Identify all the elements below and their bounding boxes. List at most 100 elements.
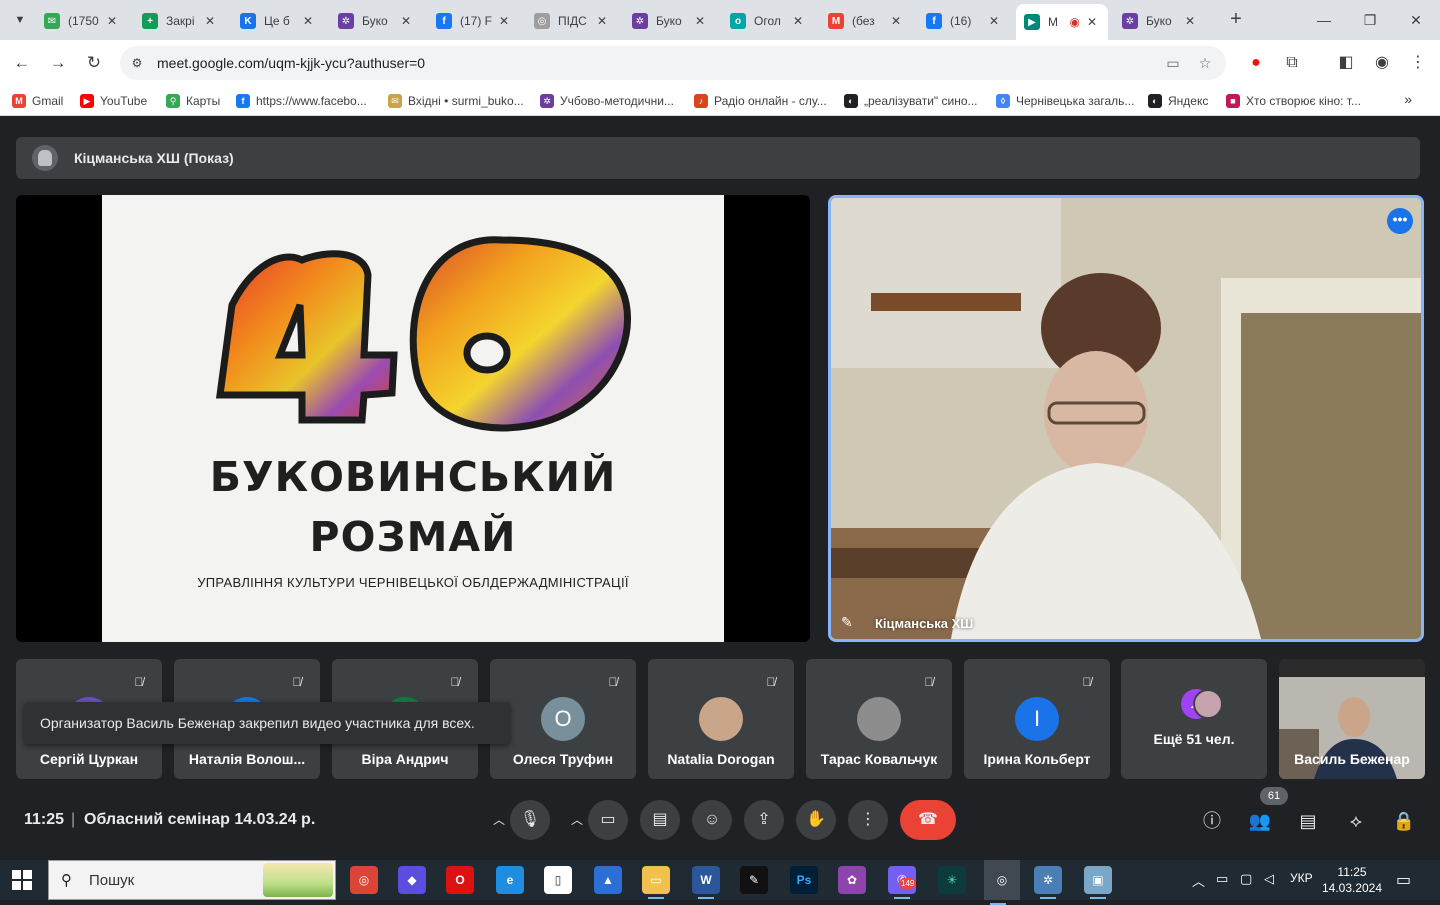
app-icon-2[interactable]: ◆ (398, 866, 426, 894)
browser-tab[interactable]: ✲ Буко ✕ (624, 6, 716, 36)
bookmark-item[interactable]: ♪ Радіо онлайн - слу... (694, 92, 827, 110)
participant-tile[interactable]: 🎙̸ Тарас Ковальчук (806, 659, 952, 779)
microphone-button[interactable]: 🎙 (510, 800, 550, 840)
browser-tab[interactable]: K Це б ✕ (232, 6, 324, 36)
browser-tab[interactable]: ✉ (1750 ✕ (36, 6, 128, 36)
app-icon-15[interactable]: ✲ (1034, 866, 1062, 899)
camera-button[interactable]: ▭ (588, 800, 628, 840)
notepad-app-icon[interactable]: ▯ (544, 866, 572, 894)
bookmark-star-icon[interactable]: ☆ (1196, 54, 1214, 72)
camera-in-use-icon[interactable]: ▭ (1164, 54, 1182, 72)
browser-menu-icon[interactable]: ⋮ (1406, 51, 1430, 75)
bookmark-item[interactable]: ◐ Яндекс (1148, 92, 1208, 110)
opera-extension-icon[interactable]: ● (1244, 51, 1268, 75)
photoshop-app-icon[interactable]: Ps (790, 866, 818, 894)
browser-tab[interactable]: ✲ Буко ✕ (330, 6, 422, 36)
tab-close-icon[interactable]: ✕ (104, 14, 120, 28)
tab-close-icon[interactable]: ✕ (986, 14, 1002, 28)
tab-close-icon[interactable]: ✕ (496, 14, 512, 28)
tab-close-icon[interactable]: ✕ (1182, 14, 1198, 28)
tray-clock[interactable]: 11:25 14.03.2024 (1316, 864, 1388, 896)
presentation-stage[interactable]: БУКОВИНСЬКИЙ РОЗМАЙ УПРАВЛІННЯ КУЛЬТУРИ … (16, 195, 810, 642)
browser-tab[interactable]: + Закрі ✕ (134, 6, 226, 36)
volume-icon[interactable]: ◁ (1264, 871, 1274, 887)
language-indicator[interactable]: УКР (1290, 871, 1313, 885)
participant-tile[interactable]: 🎙̸ О Олеся Труфин (490, 659, 636, 779)
more-participants-tile[interactable]: Л Ещё 51 чел. (1121, 659, 1267, 779)
video-options-caret[interactable]: ︿ (564, 800, 590, 840)
notifications-icon[interactable]: ▭ (1396, 870, 1411, 890)
reactions-button[interactable]: ☺ (692, 800, 732, 840)
app-icon-16[interactable]: ▣ (1084, 866, 1112, 899)
tab-close-icon[interactable]: ✕ (888, 14, 904, 28)
network-icon[interactable]: ▢ (1240, 871, 1252, 887)
browser-tab[interactable]: f (17) F ✕ (428, 6, 520, 36)
raise-hand-button[interactable]: ✋ (796, 800, 836, 840)
bookmarks-overflow-icon[interactable]: » (1404, 91, 1412, 107)
tab-close-icon[interactable]: ✕ (790, 14, 806, 28)
edge-app-icon[interactable]: e (496, 866, 524, 894)
restore-button[interactable]: ❐ (1358, 8, 1382, 32)
more-options-button[interactable]: ⋮ (848, 800, 888, 840)
browser-tab[interactable]: ▶ M ◉ ✕ (1016, 4, 1108, 40)
host-video-tile[interactable]: Василь Беженар (1279, 659, 1425, 779)
back-button[interactable]: ← (8, 49, 36, 77)
side-panel-icon[interactable]: ◧ (1334, 51, 1358, 75)
bookmark-item[interactable]: ◐ „реалізувати" сино... (844, 92, 978, 110)
browser-tab[interactable]: ✲ Буко ✕ (1114, 6, 1206, 36)
browser-tab[interactable]: ◎ ПІДС ✕ (526, 6, 618, 36)
host-controls-icon[interactable]: 🔒 (1390, 807, 1418, 835)
chat-icon[interactable]: ▤ (1294, 807, 1322, 835)
people-icon[interactable]: 👥 (1246, 807, 1274, 835)
leave-call-button[interactable]: ☎ (900, 800, 956, 840)
bookmark-item[interactable]: M Gmail (12, 92, 63, 110)
browser-tab[interactable]: M (без ✕ (820, 6, 912, 36)
bookmark-item[interactable]: ✲ Учбово-методични... (540, 92, 674, 110)
tray-camera-icon[interactable]: ▭ (1216, 871, 1228, 887)
close-window-button[interactable]: ✕ (1404, 8, 1428, 32)
bookmark-item[interactable]: ■ Хто створює кіно: т... (1226, 92, 1361, 110)
participant-tile[interactable]: 🎙̸ І Ірина Кольберт (964, 659, 1110, 779)
extensions-puzzle-icon[interactable]: ⧉ (1280, 51, 1304, 75)
tab-close-icon[interactable]: ✕ (594, 14, 610, 28)
meeting-details-icon[interactable]: ⓘ (1198, 807, 1226, 835)
bookmark-item[interactable]: ◊ Чернівецька загаль... (996, 92, 1134, 110)
chrome-active-app-icon[interactable]: ◎ (984, 860, 1020, 905)
address-bar[interactable]: ⚙ meet.google.com/uqm-kjjk-ycu?authuser=… (120, 46, 1226, 80)
tray-overflow-icon[interactable]: ︿ (1192, 871, 1205, 890)
present-button[interactable]: ⇪ (744, 800, 784, 840)
site-info-icon[interactable]: ⚙ (128, 54, 146, 72)
url-text[interactable]: meet.google.com/uqm-kjjk-ycu?authuser=0 (157, 55, 425, 71)
tab-close-icon[interactable]: ✕ (1084, 15, 1100, 29)
browser-tab[interactable]: o Огол ✕ (722, 6, 814, 36)
opera-app-icon[interactable]: O (446, 866, 474, 894)
minimize-button[interactable]: — (1312, 8, 1336, 32)
activities-icon[interactable]: ⟡ (1342, 807, 1370, 835)
audio-options-caret[interactable]: ︿ (486, 800, 512, 840)
bookmark-item[interactable]: ⚲ Карты (166, 92, 220, 110)
participant-tile[interactable]: 🎙̸ Natalia Dorogan (648, 659, 794, 779)
bookmark-item[interactable]: f https://www.facebo... (236, 92, 367, 110)
app-icon-9[interactable]: ✎ (740, 866, 768, 894)
profile-avatar[interactable]: ◉ (1370, 51, 1394, 75)
bookmark-item[interactable]: ▶ YouTube (80, 92, 147, 110)
tab-close-icon[interactable]: ✕ (692, 14, 708, 28)
file-explorer-app-icon[interactable]: ▭ (642, 866, 670, 899)
reload-button[interactable]: ↻ (80, 49, 108, 77)
taskbar-search-box[interactable]: ⚲ Пошук (48, 860, 336, 900)
forward-button[interactable]: → (44, 49, 72, 77)
app-icon-13[interactable]: ✳ (938, 866, 966, 894)
chrome-app-icon[interactable]: ◎ (350, 866, 378, 894)
tile-more-options-button[interactable]: ••• (1387, 208, 1413, 234)
tab-close-icon[interactable]: ✕ (300, 14, 316, 28)
app-icon-6[interactable]: ▲ (594, 866, 622, 894)
pinned-participant-video[interactable]: ••• ✎ Кіцманська ХШ (828, 195, 1424, 642)
word-app-icon[interactable]: W (692, 866, 720, 899)
tab-search-button[interactable]: ▼ (8, 8, 32, 32)
bookmark-item[interactable]: ✉ Вхідні • surmi_buko... (388, 92, 524, 110)
tab-close-icon[interactable]: ✕ (202, 14, 218, 28)
app-icon-11[interactable]: ✿ (838, 866, 866, 894)
browser-tab[interactable]: f (16) ✕ (918, 6, 1010, 36)
new-tab-button[interactable]: + (1224, 8, 1248, 32)
captions-button[interactable]: ▤ (640, 800, 680, 840)
